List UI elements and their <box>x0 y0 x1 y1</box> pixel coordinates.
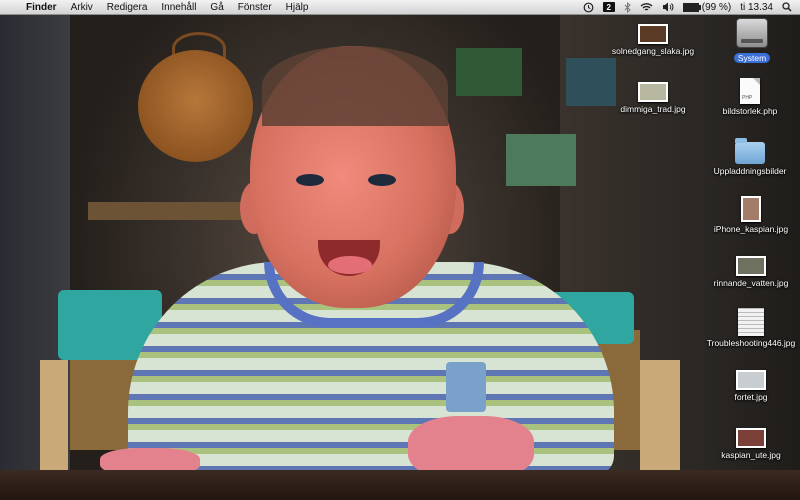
wallpaper-baby-eye <box>296 174 324 186</box>
menu-extras: 2 (99 %) ti 13.34 <box>583 1 800 13</box>
desktop-icon-label: Uppladdningsbilder <box>713 166 787 176</box>
wallpaper-shelf <box>88 202 250 220</box>
menu-fonster[interactable]: Fönster <box>231 2 279 13</box>
desktop-icon-label: iPhone_kaspian.jpg <box>713 224 789 234</box>
battery-percent: (99 %) <box>701 1 732 13</box>
photo-thumbnail <box>736 256 766 276</box>
wallpaper-table <box>0 470 800 500</box>
wallpaper-wall-picture <box>506 134 576 186</box>
photo-thumbnail <box>736 370 766 390</box>
desktop-icon-label: Troubleshooting446.jpg <box>706 338 796 348</box>
desktop-wallpaper <box>0 0 800 500</box>
menu-ga[interactable]: Gå <box>203 2 230 13</box>
menu-hjalp[interactable]: Hjälp <box>279 2 316 13</box>
desktop-icon-label: kaspian_ute.jpg <box>721 450 781 460</box>
wifi-icon[interactable] <box>640 2 653 12</box>
hard-drive-icon <box>736 18 768 48</box>
desktop-icon-uppladdningsbilder[interactable]: Uppladdningsbilder <box>704 138 796 176</box>
wallpaper-shirt-pocket <box>446 362 486 412</box>
folder-icon <box>735 138 765 164</box>
wallpaper-wall-picture <box>456 48 522 96</box>
spaces-icon[interactable]: 2 <box>602 2 615 12</box>
desktop-icon-system[interactable]: System <box>730 18 774 66</box>
battery-icon <box>682 2 701 12</box>
desktop-icon-kaspian-ute[interactable]: kaspian_ute.jpg <box>706 428 796 460</box>
battery-fill <box>683 3 698 11</box>
desktop-icon-solnedgang[interactable]: solnedgang_slaka.jpg <box>608 24 698 56</box>
desktop-icon-bildstorlek[interactable]: PHP bildstorlek.php <box>714 78 786 116</box>
wallpaper-chair-leg <box>40 360 68 470</box>
photo-thumbnail <box>638 24 668 44</box>
photo-thumbnail <box>638 82 668 102</box>
menu-clock[interactable]: ti 13.34 <box>740 2 773 13</box>
wallpaper-hat <box>138 50 253 162</box>
photo-thumbnail <box>741 196 761 222</box>
desktop-icon-rinnande-vatten[interactable]: rinnande_vatten.jpg <box>706 256 796 288</box>
menu-redigera[interactable]: Redigera <box>100 2 155 13</box>
php-document-icon: PHP <box>740 78 760 104</box>
desktop-icon-label: rinnande_vatten.jpg <box>713 278 789 288</box>
menu-arkiv[interactable]: Arkiv <box>64 2 100 13</box>
photo-thumbnail <box>736 428 766 448</box>
battery-indicator[interactable]: (99 %) <box>682 1 732 13</box>
bluetooth-icon[interactable] <box>624 1 631 13</box>
menu-bar: Finder Arkiv Redigera Innehåll Gå Fönste… <box>0 0 800 15</box>
desktop-icon-fortet[interactable]: fortet.jpg <box>706 370 796 402</box>
desktop-icon-iphone-kaspian[interactable]: iPhone_kaspian.jpg <box>706 196 796 234</box>
desktop-icon-dimmiga-trad[interactable]: dimmiga_trad.jpg <box>608 82 698 114</box>
desktop-icon-label: solnedgang_slaka.jpg <box>611 46 695 56</box>
volume-icon[interactable] <box>662 2 674 12</box>
timemachine-icon[interactable] <box>583 2 594 13</box>
desktop-icon-label: System <box>733 53 771 63</box>
wallpaper-chair-leg <box>640 360 680 470</box>
wallpaper-baby-eye <box>368 174 396 186</box>
wallpaper-baby-tongue <box>328 256 372 274</box>
document-image-icon <box>738 308 764 336</box>
menu-finder[interactable]: Finder <box>22 2 64 13</box>
desktop-icon-label: dimmiga_trad.jpg <box>620 104 686 114</box>
desktop-icon-troubleshooting[interactable]: Troubleshooting446.jpg <box>704 308 798 348</box>
spotlight-icon[interactable] <box>782 2 792 12</box>
desktop-icon-label: fortet.jpg <box>734 392 768 402</box>
php-badge: PHP <box>742 95 753 101</box>
desktop-icon-label: bildstorlek.php <box>722 106 778 116</box>
wallpaper-baby-hair <box>262 46 448 126</box>
menu-innehall[interactable]: Innehåll <box>154 2 203 13</box>
